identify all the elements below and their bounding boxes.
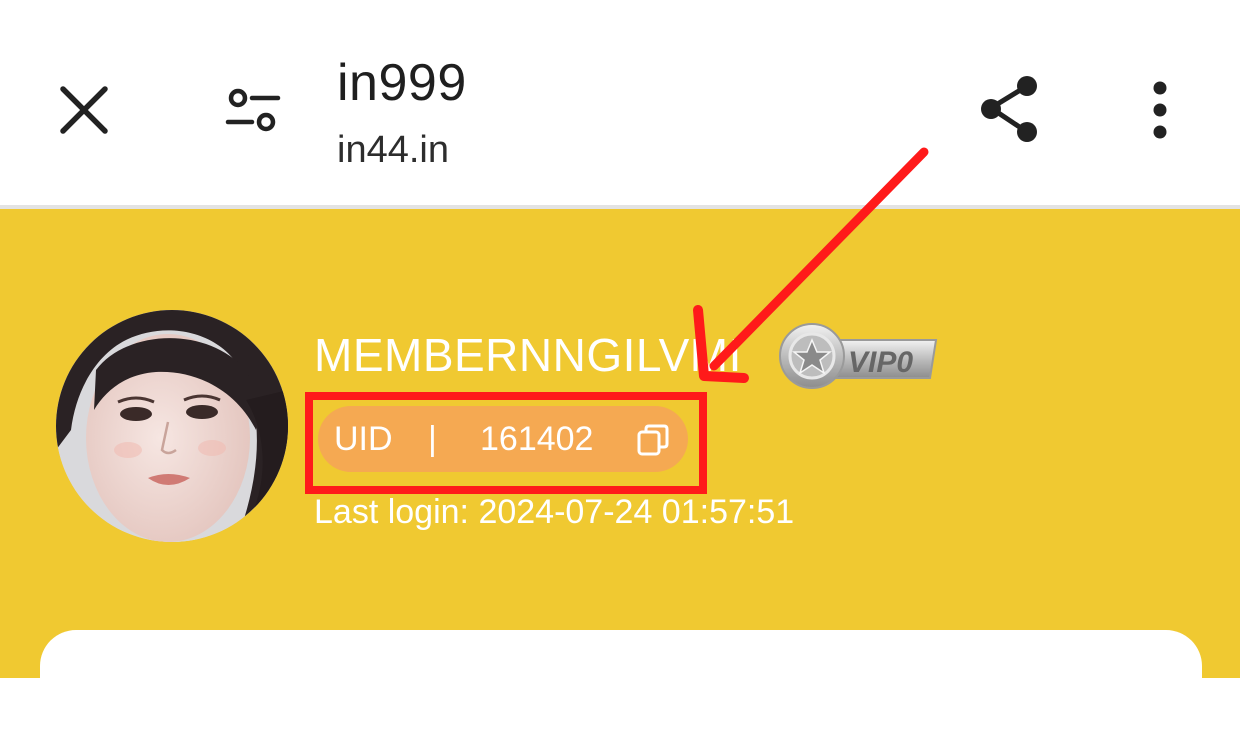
page-settings-button[interactable]: [218, 78, 286, 142]
share-button[interactable]: [972, 70, 1048, 148]
avatar-photo: [56, 310, 288, 542]
close-icon: [60, 86, 108, 134]
uid-separator: |: [428, 420, 437, 458]
page-settings-icon: [225, 88, 281, 132]
copy-uid-button[interactable]: [636, 423, 670, 457]
last-login-text: Last login: 2024-07-24 01:57:51: [314, 493, 795, 531]
more-vertical-icon: [1153, 81, 1167, 139]
copy-icon: [637, 424, 669, 456]
browser-toolbar: in999 in44.in: [0, 0, 1240, 207]
avatar[interactable]: [56, 310, 288, 542]
more-options-button[interactable]: [1138, 78, 1182, 142]
close-button[interactable]: [52, 78, 116, 142]
uid-pill: UID | 161402: [318, 406, 688, 472]
vip-badge: VIP0: [776, 318, 942, 390]
site-url: in44.in: [337, 129, 449, 171]
vip-star-icon: VIP0: [779, 323, 938, 389]
share-icon: [981, 76, 1037, 142]
username: MEMBERNNGILVMI: [314, 329, 742, 381]
uid-value: 161402: [480, 420, 594, 458]
site-title: in999: [337, 54, 467, 112]
vip-level-text: VIP0: [848, 346, 913, 379]
uid-label: UID: [334, 420, 393, 458]
content-card: [40, 630, 1202, 750]
